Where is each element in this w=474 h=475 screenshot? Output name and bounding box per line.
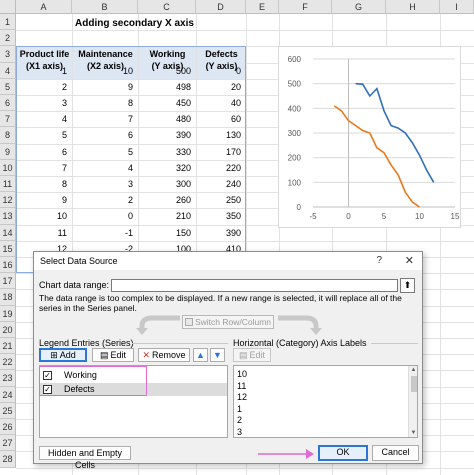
range-too-complex-message: The data range is too complex to be disp… bbox=[39, 293, 402, 313]
x-tick-label: -5 bbox=[309, 212, 317, 221]
move-down-button[interactable]: ▼ bbox=[210, 348, 225, 362]
x-tick-label: 0 bbox=[346, 212, 351, 221]
row-header[interactable]: 17 bbox=[0, 273, 16, 290]
row-header[interactable]: 28 bbox=[0, 451, 16, 468]
row-header[interactable]: 7 bbox=[0, 111, 16, 128]
row-header[interactable]: 22 bbox=[0, 354, 16, 371]
column-header[interactable]: F bbox=[279, 0, 332, 14]
row-header[interactable]: 16 bbox=[0, 257, 16, 274]
column-header[interactable]: H bbox=[386, 0, 440, 14]
y-tick-label: 300 bbox=[288, 129, 302, 138]
axis-title-rule bbox=[371, 343, 418, 344]
remove-series-button[interactable]: ✕ Remove bbox=[138, 348, 190, 362]
axis-label-item[interactable]: 12 bbox=[234, 392, 417, 403]
series-line-1 bbox=[333, 105, 420, 208]
scroll-up-icon[interactable]: ▲ bbox=[409, 367, 417, 373]
column-header[interactable]: A bbox=[16, 0, 72, 14]
axis-label-item[interactable]: 3 bbox=[234, 427, 417, 438]
y-tick-label: 0 bbox=[297, 203, 302, 212]
help-icon[interactable]: ? bbox=[376, 252, 382, 270]
x-tick-label: 10 bbox=[415, 212, 424, 221]
ok-pointer-arrow-icon bbox=[258, 449, 314, 459]
remove-icon: ✕ bbox=[142, 350, 151, 360]
row-header[interactable]: 25 bbox=[0, 402, 16, 419]
move-up-button[interactable]: ▲ bbox=[193, 348, 208, 362]
y-tick-label: 100 bbox=[288, 178, 302, 187]
row-header[interactable]: 1 bbox=[0, 14, 16, 31]
y-tick-label: 500 bbox=[288, 80, 302, 89]
axis-label-item[interactable]: 11 bbox=[234, 381, 417, 392]
edit-series-button[interactable]: ▤ Edit bbox=[92, 348, 134, 362]
row-header[interactable]: 10 bbox=[0, 159, 16, 176]
edit-icon: ▤ bbox=[238, 350, 248, 360]
row-header[interactable]: 8 bbox=[0, 127, 16, 144]
x-tick-label: 15 bbox=[451, 212, 460, 221]
row-header[interactable]: 15 bbox=[0, 240, 16, 257]
row-header[interactable]: 12 bbox=[0, 192, 16, 209]
y-tick-label: 200 bbox=[288, 154, 302, 163]
column-header[interactable]: C bbox=[138, 0, 196, 14]
row-header[interactable]: 11 bbox=[0, 176, 16, 193]
ok-button[interactable]: OK bbox=[318, 445, 368, 461]
select-data-source-dialog: Select Data Source ? ✕ Chart data range:… bbox=[33, 251, 423, 470]
row-header[interactable]: 14 bbox=[0, 224, 16, 241]
axis-labels-title: Horizontal (Category) Axis Labels bbox=[233, 338, 367, 348]
row-header[interactable]: 4 bbox=[0, 62, 16, 79]
switch-left-arrow-icon bbox=[136, 315, 180, 335]
column-header[interactable]: D bbox=[196, 0, 246, 14]
row-header[interactable]: 5 bbox=[0, 78, 16, 95]
axis-labels-list[interactable]: 10 11 12 1 2 3 ▲ ▼ bbox=[233, 365, 418, 438]
row-header[interactable]: 6 bbox=[0, 95, 16, 112]
dialog-title: Select Data Source bbox=[40, 256, 118, 266]
row-header[interactable]: 3 bbox=[0, 46, 16, 63]
dialog-titlebar: Select Data Source bbox=[34, 252, 422, 270]
row-header[interactable]: 19 bbox=[0, 305, 16, 322]
legend-entries-title: Legend Entries (Series) bbox=[39, 338, 134, 348]
row-header[interactable]: 20 bbox=[0, 321, 16, 338]
cancel-button[interactable]: Cancel bbox=[372, 445, 419, 461]
row-header[interactable]: 23 bbox=[0, 370, 16, 387]
switch-row-column-button[interactable]: Switch Row/Column bbox=[182, 315, 274, 329]
column-header[interactable]: B bbox=[72, 0, 138, 14]
chart-data-range-label: Chart data range: bbox=[39, 280, 110, 290]
add-series-button[interactable]: ⊞ Add bbox=[39, 348, 87, 362]
collapse-dialog-button[interactable]: ⬆ bbox=[400, 278, 415, 293]
row-header[interactable]: 13 bbox=[0, 208, 16, 225]
switch-right-arrow-icon bbox=[278, 315, 322, 335]
column-header[interactable]: G bbox=[332, 0, 386, 14]
edit-axis-labels-button[interactable]: ▤ Edit bbox=[233, 348, 271, 362]
series-highlight bbox=[39, 366, 147, 396]
add-icon: ⊞ bbox=[50, 350, 58, 360]
scroll-down-icon[interactable]: ▼ bbox=[409, 430, 417, 436]
legend-title-rule bbox=[132, 343, 228, 344]
row-header[interactable]: 9 bbox=[0, 143, 16, 160]
axis-label-item[interactable]: 1 bbox=[234, 404, 417, 415]
line-chart[interactable]: 0 100 200 300 400 500 600 -5 0 5 10 15 bbox=[278, 46, 461, 228]
select-all-corner[interactable] bbox=[0, 0, 16, 14]
chart-data-range-input[interactable] bbox=[111, 279, 398, 292]
row-header[interactable]: 2 bbox=[0, 30, 16, 47]
axis-label-item[interactable]: 2 bbox=[234, 415, 417, 426]
column-header[interactable]: E bbox=[246, 0, 279, 14]
y-tick-label: 600 bbox=[288, 55, 302, 64]
close-icon[interactable]: ✕ bbox=[405, 252, 414, 270]
axis-labels-scrollbar[interactable]: ▲ ▼ bbox=[408, 366, 417, 437]
row-header[interactable]: 26 bbox=[0, 419, 16, 436]
scroll-thumb[interactable] bbox=[411, 376, 417, 392]
axis-label-item[interactable]: 10 bbox=[234, 369, 417, 380]
row-header[interactable]: 27 bbox=[0, 435, 16, 452]
chart-plot: 0 100 200 300 400 500 600 -5 0 5 10 15 bbox=[288, 55, 460, 221]
table-border bbox=[16, 46, 246, 274]
column-header[interactable]: I bbox=[440, 0, 474, 14]
row-header[interactable]: 21 bbox=[0, 338, 16, 355]
y-tick-label: 400 bbox=[288, 104, 302, 113]
row-header[interactable]: 18 bbox=[0, 289, 16, 306]
row-header[interactable]: 24 bbox=[0, 386, 16, 403]
hidden-empty-cells-button[interactable]: Hidden and Empty Cells bbox=[39, 446, 131, 470]
switch-icon bbox=[184, 318, 193, 326]
edit-icon: ▤ bbox=[99, 350, 109, 360]
x-tick-label: 5 bbox=[382, 212, 387, 221]
sheet-title: Adding secondary X axis bbox=[75, 18, 194, 29]
